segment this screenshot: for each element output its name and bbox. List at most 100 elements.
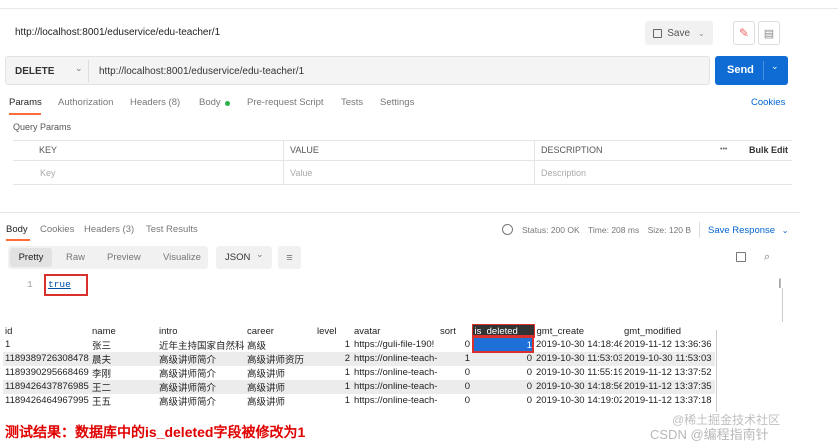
more-options-icon[interactable]: •••	[720, 146, 727, 153]
watermark-csdn: CSDN @编程指南针	[650, 427, 769, 442]
caption-text: 测试结果：数据库中的is_deleted字段被修改为1	[5, 424, 306, 440]
table-row: 1189390295668469 李刚 高级讲师简介 高级讲师 1 https://onl…	[3, 366, 715, 380]
cell-gmt-modified: 2019-11-12 13:37:35	[622, 379, 715, 394]
tab-response-cookies[interactable]: Cookies	[40, 224, 74, 235]
col-description-header: DESCRIPTION	[541, 145, 603, 155]
format-label: JSON	[225, 252, 251, 263]
cell-id: 1189426464967995	[5, 395, 89, 407]
edit-icon[interactable]: ✎	[733, 21, 755, 45]
save-button[interactable]: Save ⌄	[645, 21, 713, 45]
cell-sort: 0	[464, 339, 470, 351]
tab-pre-request-script[interactable]: Pre-request Script	[247, 97, 324, 108]
send-button[interactable]: Send ⌄	[715, 56, 788, 85]
tab-authorization[interactable]: Authorization	[58, 97, 113, 108]
tab-visualize[interactable]: Visualize	[163, 252, 201, 263]
col-gmt-modified: gmt_modified	[622, 324, 715, 338]
query-params-title: Query Params	[13, 122, 72, 132]
cell-intro: 高级讲师简介	[157, 379, 245, 394]
tab-preview[interactable]: Preview	[107, 252, 141, 263]
cell-level: 1	[344, 367, 350, 379]
tab-raw[interactable]: Raw	[66, 252, 85, 263]
cell-id: 1189390295668469	[5, 367, 89, 379]
cell-name: 李刚	[92, 368, 112, 380]
table-row: 1189389726308478 晨夫 高级讲师简介 高级讲师资历 2 https://o…	[3, 351, 715, 366]
chevron-down-icon: ⌄	[698, 28, 705, 38]
col-level: level	[315, 324, 352, 338]
chevron-down-icon[interactable]: ⌄	[75, 63, 83, 74]
cell-name: 张三	[92, 340, 112, 352]
cell-is-deleted: 0	[472, 379, 534, 394]
tab-headers[interactable]: Headers (8)	[130, 97, 180, 108]
wrap-lines-icon[interactable]: ≡	[278, 246, 301, 269]
chevron-down-icon[interactable]: ⌄	[771, 61, 779, 72]
col-career: career	[245, 324, 315, 338]
description-input[interactable]: Description	[541, 168, 586, 178]
globe-icon	[502, 224, 513, 235]
cell-avatar: https://guli-file-190!	[354, 339, 435, 351]
save-response-button[interactable]: Save Response ⌄	[708, 225, 788, 236]
cell-career: 高级讲师	[247, 396, 286, 408]
table-row: 1 张三 近年主持国家自然科学基高级 1 https://guli-file-190! 0…	[3, 337, 715, 352]
cell-career: 高级讲师资历	[245, 351, 315, 366]
cell-intro: 高级讲师简介	[159, 396, 217, 408]
postman-window: http://localhost:8001/eduservice/edu-tea…	[0, 0, 838, 447]
bulk-edit-button[interactable]: Bulk Edit	[749, 145, 788, 155]
tab-tests[interactable]: Tests	[341, 97, 363, 108]
col-avatar: avatar	[352, 324, 438, 338]
url-input[interactable]: http://localhost:8001/eduservice/edu-tea…	[99, 66, 304, 77]
divider	[13, 160, 792, 161]
col-sort: sort	[438, 324, 472, 338]
tab-test-results[interactable]: Test Results	[146, 224, 198, 235]
divider	[534, 140, 535, 184]
cell-career: 高级	[247, 340, 267, 352]
comment-icon[interactable]: ▤	[758, 21, 780, 45]
tab-params[interactable]: Params	[9, 97, 42, 108]
database-table: id name intro career level avatar sort i…	[3, 323, 715, 408]
cookies-link[interactable]: Cookies	[751, 97, 785, 108]
tab-pretty[interactable]: Pretty	[10, 248, 52, 267]
save-icon	[653, 28, 663, 38]
save-response-label: Save Response	[708, 225, 776, 236]
col-name: name	[90, 324, 157, 338]
col-value-header: VALUE	[290, 145, 319, 155]
search-icon[interactable]: ⌕	[764, 251, 770, 264]
response-size: Size: 120 B	[647, 225, 692, 235]
cell-avatar: https://online-teach-	[352, 351, 438, 366]
col-is-deleted: is_deleted	[471, 323, 535, 339]
cell-level: 1	[344, 395, 350, 407]
cell-intro: 高级讲师简介	[157, 351, 245, 366]
cell-intro: 近年主持国家自然科学基	[159, 340, 245, 352]
format-select[interactable]: JSON ⌄	[216, 246, 272, 269]
cell-gmt-create: 2019-10-30 11:55:19	[536, 367, 622, 379]
tab-settings[interactable]: Settings	[380, 97, 414, 108]
divider	[88, 60, 89, 82]
cell-sort: 0	[464, 395, 470, 407]
cell-avatar: https://online-teach-	[352, 379, 438, 394]
cell-intro: 高级讲师简介	[159, 368, 217, 380]
divider	[0, 212, 800, 213]
tab-response-headers[interactable]: Headers (3)	[84, 224, 134, 235]
cell-avatar: https://online-teach-	[354, 367, 438, 379]
cell-sort: 0	[464, 367, 470, 379]
table-row: 1189426464967995 王五 高级讲师简介 高级讲师 1 https://onl…	[3, 394, 715, 408]
cell-name: 王五	[92, 396, 112, 408]
table-header-row: id name intro career level avatar sort i…	[3, 323, 715, 339]
divider	[699, 222, 700, 238]
chevron-down-icon: ⌄	[781, 226, 789, 235]
divider	[0, 8, 838, 9]
cell-avatar: https://online-teach-	[354, 395, 438, 407]
response-time: Time: 208 ms	[588, 225, 640, 235]
copy-icon[interactable]	[736, 252, 746, 262]
tab-response-body[interactable]: Body	[6, 224, 28, 235]
cell-is-deleted: 1	[472, 337, 534, 352]
value-input[interactable]: Value	[290, 168, 312, 178]
method-select[interactable]: DELETE	[15, 66, 54, 77]
tab-body[interactable]: Body	[199, 97, 221, 108]
scrollbar[interactable]	[782, 288, 783, 322]
scrollbar[interactable]	[716, 330, 717, 412]
key-input[interactable]: Key	[40, 168, 56, 178]
chevron-down-icon: ⌄	[256, 249, 264, 259]
col-gmt-create: gmt_create	[534, 324, 622, 338]
send-label: Send	[727, 64, 754, 76]
cell-sort: 1	[438, 351, 472, 366]
